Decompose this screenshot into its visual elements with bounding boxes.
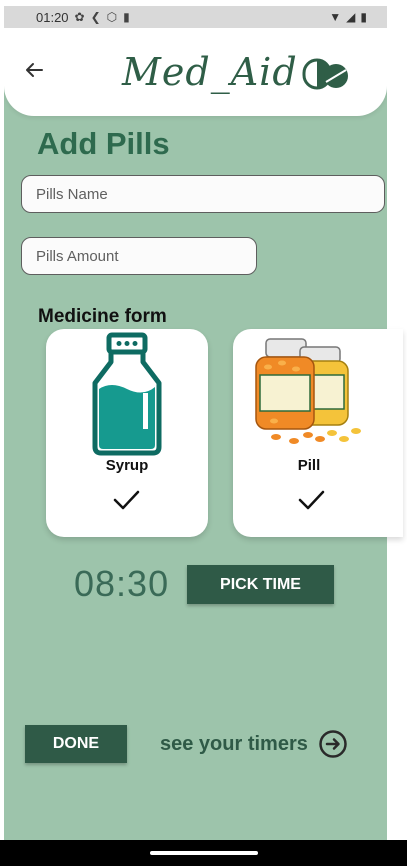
home-indicator[interactable] bbox=[150, 851, 258, 855]
page-title: Add Pills bbox=[37, 126, 170, 161]
syrup-option-card[interactable]: Syrup bbox=[46, 329, 208, 537]
time-display: 08:30 bbox=[74, 563, 170, 604]
battery-icon: ▮ bbox=[360, 10, 367, 24]
logo-text: Med_Aid bbox=[122, 50, 298, 94]
sim-card-icon: ▮ bbox=[123, 10, 130, 24]
gear-icon: ✿ bbox=[74, 10, 85, 24]
pills-name-input[interactable] bbox=[21, 175, 385, 213]
status-bar: 01:20 ✿ ❮ ⬡ ▮ ▼ ◢ ▮ bbox=[4, 6, 387, 28]
pill-option-card[interactable]: Pill bbox=[233, 329, 403, 537]
status-right: ▼ ◢ ▮ bbox=[329, 10, 367, 24]
pick-time-button[interactable]: PICK TIME bbox=[187, 565, 334, 604]
shield-icon: ⬡ bbox=[106, 10, 118, 24]
syrup-bottle-icon bbox=[92, 332, 162, 456]
pill-label: Pill bbox=[297, 457, 321, 474]
signal-icon: ◢ bbox=[346, 10, 356, 24]
back-arrow-icon[interactable] bbox=[22, 58, 46, 82]
medicine-form-label: Medicine form bbox=[38, 306, 167, 327]
check-icon bbox=[298, 490, 325, 510]
chevron-icon: ❮ bbox=[90, 10, 101, 24]
status-time: 01:20 bbox=[36, 9, 69, 25]
status-left: 01:20 ✿ ❮ ⬡ ▮ bbox=[36, 10, 130, 25]
check-icon bbox=[113, 490, 140, 510]
pill-logo-icon bbox=[302, 58, 348, 90]
see-timers-label: see your timers bbox=[160, 732, 308, 755]
vitamin-bottles-icon bbox=[255, 338, 361, 444]
wifi-icon: ▼ bbox=[329, 10, 342, 24]
done-button[interactable]: DONE bbox=[25, 725, 127, 763]
syrup-label: Syrup bbox=[105, 457, 149, 474]
app-logo: Med_Aid bbox=[122, 42, 350, 102]
arrow-circle-right-icon bbox=[319, 730, 347, 758]
see-timers-link[interactable]: see your timers bbox=[160, 729, 348, 759]
pills-amount-input[interactable] bbox=[21, 237, 257, 275]
app-header: Med_Aid bbox=[4, 28, 387, 116]
